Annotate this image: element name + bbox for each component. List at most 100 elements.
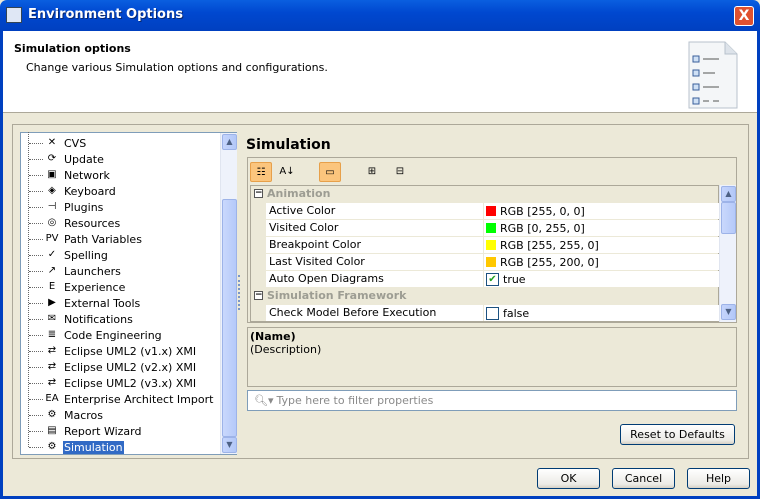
property-value-text: true: [503, 272, 526, 286]
property-name: Visited Color: [266, 220, 483, 236]
property-value[interactable]: RGB [255, 0, 0]: [484, 203, 719, 219]
tree-item[interactable]: ◈ Keyboard: [21, 183, 117, 199]
property-row[interactable]: Breakpoint Color RGB [255, 255, 0]: [251, 237, 719, 254]
tree-item[interactable]: ↗ Launchers: [21, 263, 122, 279]
scroll-down-button[interactable]: ▼: [721, 304, 736, 320]
tree-item-label: Macros: [64, 408, 104, 422]
category-row[interactable]: − Animation: [251, 186, 719, 203]
collapse-icon[interactable]: −: [254, 189, 263, 198]
tree-item[interactable]: ✉ Notifications: [21, 311, 134, 327]
cancel-button[interactable]: Cancel: [612, 468, 675, 489]
tree-item[interactable]: E Experience: [21, 279, 126, 295]
app-icon: [6, 7, 22, 23]
color-swatch[interactable]: [486, 257, 496, 267]
color-swatch[interactable]: [486, 206, 496, 216]
tree-connector: [29, 302, 43, 304]
property-row[interactable]: Active Color RGB [255, 0, 0]: [251, 203, 719, 220]
tree-item[interactable]: ▶ External Tools: [21, 295, 141, 311]
plugin-icon: ⊣: [47, 201, 57, 212]
scroll-up-button[interactable]: ▲: [222, 134, 237, 150]
tree-item-label: Update: [64, 152, 104, 166]
tree-item[interactable]: ◎ Resources: [21, 215, 121, 231]
scroll-thumb[interactable]: [721, 202, 736, 234]
tree-item[interactable]: ⚙ Macros: [21, 407, 104, 423]
ok-button[interactable]: OK: [537, 468, 600, 489]
keyboard-icon: ◈: [48, 185, 56, 196]
tree-connector: [29, 414, 43, 416]
property-value[interactable]: RGB [255, 255, 0]: [484, 237, 719, 253]
tree-item-label: Network: [64, 168, 110, 182]
tree-item[interactable]: ⇄ Eclipse UML2 (v1.x) XMI: [21, 343, 197, 359]
header-title: Simulation options: [14, 42, 131, 55]
tree-connector: [29, 430, 43, 432]
tree-item[interactable]: PV Path Variables: [21, 231, 143, 247]
close-button[interactable]: X: [734, 6, 754, 26]
tree-item-label: Path Variables: [64, 232, 142, 246]
description-box: (Name) (Description): [247, 327, 737, 387]
grid-scrollbar[interactable]: ▲ ▼: [719, 185, 736, 322]
options-tree: ✕ CVS ⟳ Update ▣ Network ◈ Keyboard ⊣ Plugins ◎ Res…: [20, 132, 237, 455]
tree-item-label: Resources: [64, 216, 121, 230]
network-icon: ▣: [47, 169, 57, 180]
property-row[interactable]: Last Visited Color RGB [255, 200, 0]: [251, 254, 719, 271]
report-icon: ▤: [47, 425, 57, 436]
scroll-down-button[interactable]: ▼: [222, 437, 237, 453]
property-value[interactable]: RGB [0, 255, 0]: [484, 220, 719, 236]
splitter-handle[interactable]: [238, 275, 240, 310]
tree-item[interactable]: ⇄ Eclipse UML2 (v3.x) XMI: [21, 375, 197, 391]
tree-connector: [29, 318, 43, 320]
property-value[interactable]: ✔ true: [484, 271, 719, 287]
show-description-button[interactable]: ▭: [319, 162, 341, 182]
property-value[interactable]: false: [484, 305, 719, 321]
filter-placeholder: Type here to filter properties: [276, 394, 434, 407]
path-variables-icon: PV: [45, 233, 59, 244]
property-value-text: RGB [255, 200, 0]: [500, 255, 599, 269]
category-row[interactable]: − Simulation Framework: [251, 288, 719, 305]
tree-item[interactable]: ▣ Network: [21, 167, 111, 183]
window-title: Environment Options: [28, 7, 183, 22]
property-row[interactable]: Visited Color RGB [0, 255, 0]: [251, 220, 719, 237]
tree-item[interactable]: ⚙ Simulation: [21, 439, 124, 455]
tree-scrollbar[interactable]: ▲ ▼: [220, 133, 237, 454]
tree-item[interactable]: ≣ Code Engineering: [21, 327, 163, 343]
tree-item[interactable]: EA Enterprise Architect Import: [21, 391, 214, 407]
categorized-view-button[interactable]: ☷: [250, 162, 272, 182]
collapse-all-button[interactable]: ⊟: [389, 162, 411, 182]
header-description: Change various Simulation options and co…: [26, 61, 328, 74]
tree-item[interactable]: ✓ Spelling: [21, 247, 109, 263]
tree-connector: [29, 350, 43, 352]
tree-item-label: Eclipse UML2 (v2.x) XMI: [64, 360, 197, 374]
property-value[interactable]: RGB [255, 200, 0]: [484, 254, 719, 270]
panel-title: Simulation: [246, 137, 331, 153]
expand-all-button[interactable]: ⊞: [361, 162, 383, 182]
tree-item[interactable]: ⊣ Plugins: [21, 199, 104, 215]
property-row[interactable]: Auto Open Diagrams ✔ true: [251, 271, 719, 288]
property-value-text: RGB [255, 0, 0]: [500, 204, 585, 218]
sort-alphabetical-button[interactable]: A↓: [276, 162, 298, 182]
scroll-thumb[interactable]: [222, 199, 237, 437]
tree-item[interactable]: ✕ CVS: [21, 135, 87, 151]
description-text: (Description): [250, 343, 322, 356]
cvs-icon: ✕: [47, 137, 57, 148]
property-value-text: RGB [0, 255, 0]: [500, 221, 585, 235]
checkbox[interactable]: [486, 306, 499, 320]
tree-item[interactable]: ⟳ Update: [21, 151, 105, 167]
property-row[interactable]: Check Model Before Execution false: [251, 305, 719, 322]
property-value-text: false: [503, 306, 530, 320]
color-swatch[interactable]: [486, 240, 496, 250]
search-icon: 🔍︎▾: [254, 394, 274, 407]
filter-input[interactable]: 🔍︎▾ Type here to filter properties: [247, 390, 737, 411]
color-swatch[interactable]: [486, 223, 496, 233]
simulation-gear-icon: ⚙: [47, 441, 57, 452]
tree-connector: [29, 142, 43, 144]
help-button[interactable]: Help: [687, 468, 750, 489]
ea-import-icon: EA: [45, 393, 59, 404]
tree-item[interactable]: ▤ Report Wizard: [21, 423, 142, 439]
collapse-icon[interactable]: −: [254, 291, 263, 300]
scroll-up-button[interactable]: ▲: [721, 186, 736, 202]
tree-item[interactable]: ⇄ Eclipse UML2 (v2.x) XMI: [21, 359, 197, 375]
checkbox[interactable]: ✔: [486, 272, 499, 286]
tree-connector: [29, 222, 43, 224]
tree-connector: [29, 174, 43, 176]
reset-to-defaults-button[interactable]: Reset to Defaults: [620, 424, 735, 445]
